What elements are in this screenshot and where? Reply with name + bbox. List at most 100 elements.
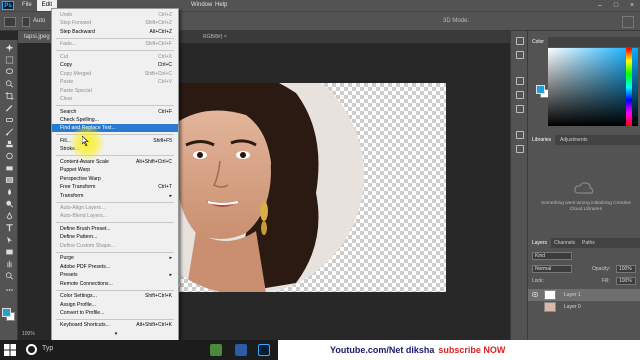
color-panel-header: Color <box>528 37 640 47</box>
edit-menu-item: Paste Ctrl+V <box>52 78 178 86</box>
layers-panel-header: Layers Channels Paths <box>528 238 640 248</box>
fill-field[interactable]: 100% <box>616 277 636 285</box>
auto-select-checkbox[interactable] <box>22 17 30 27</box>
brush-tool-icon[interactable] <box>4 128 14 136</box>
healing-brush-tool-icon[interactable] <box>4 116 14 124</box>
menu-more-arrow-icon[interactable]: ▾ <box>52 330 178 338</box>
tab-libraries[interactable]: Libraries <box>528 135 556 145</box>
taskbar-app-icon[interactable] <box>210 344 222 356</box>
tab-channels[interactable]: Channels <box>550 238 579 248</box>
eraser-tool-icon[interactable] <box>4 164 14 172</box>
tab-paths[interactable]: Paths <box>578 238 599 248</box>
windows-taskbar: Typ Youtube.com/Net diksha subscribe NOW <box>0 340 640 360</box>
more-tools-icon[interactable] <box>4 286 14 294</box>
menu-help[interactable]: Help <box>210 0 232 11</box>
opacity-label: Opacity: <box>592 266 611 272</box>
edit-menu-item[interactable]: Purge ▸ <box>52 254 178 262</box>
taskbar-search-input[interactable]: Typ <box>42 345 53 352</box>
swatches-panel-icon[interactable] <box>516 145 524 153</box>
edit-menu-item[interactable]: Search Ctrl+F <box>52 108 178 116</box>
type-tool-icon[interactable] <box>4 224 14 232</box>
clone-stamp-tool-icon[interactable] <box>4 140 14 148</box>
foreground-color-swatch[interactable] <box>2 308 11 317</box>
edit-menu-item: Clear <box>52 95 178 103</box>
brush-panel-icon[interactable] <box>516 77 524 85</box>
layer-row-layer-0[interactable]: Layer 0 <box>528 301 640 313</box>
move-tool-icon[interactable] <box>4 44 14 52</box>
hue-slider[interactable] <box>626 48 632 126</box>
zoom-level[interactable]: 100% <box>22 331 35 337</box>
properties-panel-icon[interactable] <box>516 51 524 59</box>
path-selection-tool-icon[interactable] <box>4 236 14 244</box>
taskbar-photoshop-icon[interactable] <box>258 344 270 356</box>
rectangle-tool-icon[interactable] <box>4 248 14 256</box>
edit-menu-item[interactable]: Perspective Warp <box>52 175 178 183</box>
hand-tool-icon[interactable] <box>4 260 14 268</box>
tab-adjustments[interactable]: Adjustments <box>556 135 592 145</box>
minimize-icon[interactable]: – <box>592 0 608 11</box>
paragraph-panel-icon[interactable] <box>516 105 524 113</box>
visibility-eye-icon[interactable] <box>532 292 538 297</box>
zoom-tool-icon[interactable] <box>4 272 14 280</box>
edit-menu-item[interactable]: Color Settings... Shift+Ctrl+K <box>52 292 178 300</box>
fill-label: Fill: <box>602 278 610 284</box>
tab-color[interactable]: Color <box>528 37 548 47</box>
edit-menu-item[interactable]: Step Backward Alt+Ctrl+Z <box>52 28 178 36</box>
edit-menu-item[interactable]: Define Pattern... <box>52 233 178 241</box>
edit-menu-item: Define Custom Shape... <box>52 242 178 250</box>
edit-menu-item[interactable]: Remote Connections... <box>52 280 178 288</box>
actions-panel-icon[interactable] <box>516 131 524 139</box>
maximize-icon[interactable]: □ <box>608 0 624 11</box>
windows-start-icon[interactable] <box>4 344 16 356</box>
history-panel-icon[interactable] <box>516 37 524 45</box>
menu-item-label: Presets <box>60 272 78 279</box>
menu-item-label: Color Settings... <box>60 293 97 300</box>
cortana-search-icon[interactable] <box>26 344 37 355</box>
portrait-image <box>176 83 364 292</box>
menu-item-label: Adobe PDF Presets... <box>60 263 111 270</box>
color-picker-field[interactable] <box>548 48 638 126</box>
edit-menu-item: Undo Ctrl+Z <box>52 11 178 19</box>
blend-mode-select[interactable]: Normal <box>532 265 572 273</box>
quick-select-tool-icon[interactable] <box>4 80 14 88</box>
right-panels: Color Libraries Adjustments Something we… <box>528 31 640 340</box>
edit-menu-item[interactable]: Content-Aware Scale Alt+Shift+Ctrl+C <box>52 158 178 166</box>
character-panel-icon[interactable] <box>516 91 524 99</box>
menu-item-shortcut: Alt+Shift+Ctrl+C <box>136 158 172 165</box>
history-brush-tool-icon[interactable] <box>4 152 14 160</box>
gradient-tool-icon[interactable] <box>4 176 14 184</box>
edit-menu-item[interactable]: Keyboard Shortcuts... Alt+Shift+Ctrl+K <box>52 321 178 329</box>
edit-menu-item[interactable]: Puppet Warp <box>52 166 178 174</box>
menu-item-label: Assign Profile... <box>60 301 97 308</box>
pen-tool-icon[interactable] <box>4 212 14 220</box>
menu-file[interactable]: File <box>17 0 37 11</box>
layer-row-layer-1[interactable]: Layer 1 <box>528 289 640 301</box>
edit-menu-item[interactable]: Convert to Profile... <box>52 309 178 317</box>
close-icon[interactable]: × <box>624 0 640 11</box>
edit-menu-item[interactable]: Find and Replace Text... <box>52 124 178 133</box>
layer-filter-kind[interactable]: Kind <box>532 252 572 260</box>
blur-tool-icon[interactable] <box>4 188 14 196</box>
lasso-tool-icon[interactable] <box>4 68 14 76</box>
workspace-icon[interactable] <box>622 16 634 28</box>
tab-layers[interactable]: Layers <box>528 238 552 248</box>
document-canvas[interactable] <box>176 83 446 292</box>
taskbar-app-icon[interactable] <box>235 344 247 356</box>
edit-menu-item[interactable]: Define Brush Preset... <box>52 225 178 233</box>
edit-menu-item[interactable]: Presets ▸ <box>52 271 178 279</box>
opacity-field[interactable]: 100% <box>616 265 636 273</box>
edit-menu-item[interactable]: Adobe PDF Presets... <box>52 263 178 271</box>
edit-menu-item[interactable]: Check Spelling... <box>52 116 178 124</box>
edit-menu-item[interactable]: Free Transform Ctrl+T <box>52 183 178 191</box>
color-panel-foreground-swatch[interactable] <box>536 85 545 94</box>
dodge-tool-icon[interactable] <box>4 200 14 208</box>
edit-menu-item[interactable]: Assign Profile... <box>52 301 178 309</box>
crop-tool-icon[interactable] <box>4 92 14 100</box>
menu-item-shortcut: Ctrl+Z <box>158 12 172 18</box>
marquee-tool-icon[interactable] <box>4 56 14 64</box>
move-tool-preset-icon[interactable] <box>4 17 16 27</box>
edit-menu-item[interactable]: Copy Ctrl+C <box>52 61 178 69</box>
menu-item-shortcut: Ctrl+C <box>157 62 172 69</box>
edit-menu-item[interactable]: Transform ▸ <box>52 192 178 200</box>
eyedropper-tool-icon[interactable] <box>4 104 14 112</box>
